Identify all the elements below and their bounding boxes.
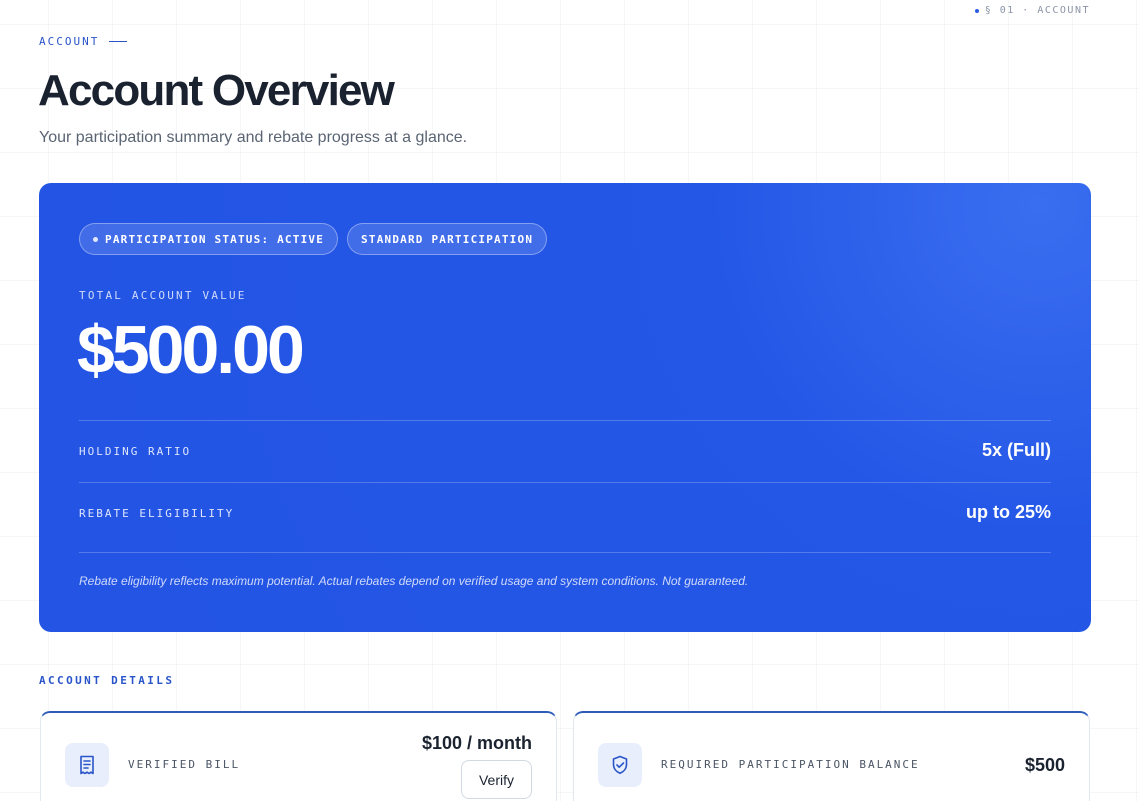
status-badges: PARTICIPATION STATUS: ACTIVE STANDARD PA… — [79, 223, 548, 255]
status-dot-icon — [93, 236, 98, 242]
divider — [79, 552, 1051, 553]
account-details-heading: ACCOUNT DETAILS — [39, 674, 175, 687]
total-value-amount: $500.00 — [77, 312, 305, 388]
participation-tier-text: STANDARD PARTICIPATION — [361, 232, 534, 246]
account-value-card: PARTICIPATION STATUS: ACTIVE STANDARD PA… — [39, 183, 1091, 632]
participation-tier-badge: STANDARD PARTICIPATION — [347, 223, 548, 255]
holding-ratio-label: HOLDING RATIO — [79, 445, 192, 458]
rebate-eligibility-label: REBATE ELIGIBILITY — [79, 507, 235, 520]
divider — [79, 482, 1051, 483]
required-balance-label: REQUIRED PARTICIPATION BALANCE — [661, 758, 920, 771]
page-title: Account Overview — [38, 66, 395, 115]
shield-check-icon — [598, 743, 642, 787]
indicator-dot-icon — [974, 8, 979, 13]
eyebrow-text: ACCOUNT — [39, 35, 100, 48]
required-balance-card: REQUIRED PARTICIPATION BALANCE $500 — [573, 711, 1090, 801]
rebate-disclaimer: Rebate eligibility reflects maximum pote… — [79, 574, 749, 588]
eyebrow-rule — [109, 41, 128, 42]
page-subtitle: Your participation summary and rebate pr… — [39, 129, 468, 146]
participation-status-badge: PARTICIPATION STATUS: ACTIVE — [79, 223, 339, 255]
verified-bill-label: VERIFIED BILL — [128, 758, 241, 771]
receipt-icon — [65, 743, 109, 787]
divider — [79, 420, 1051, 421]
section-indicator-text: § 01 · ACCOUNT — [984, 5, 1090, 16]
total-value-label: TOTAL ACCOUNT VALUE — [79, 289, 247, 302]
verify-button[interactable]: Verify — [461, 760, 532, 799]
verified-bill-amount: $100 / month — [421, 733, 532, 753]
participation-status-text: PARTICIPATION STATUS: ACTIVE — [105, 232, 325, 246]
required-balance-amount: $500 — [1024, 755, 1065, 775]
verified-bill-card: VERIFIED BILL $100 / month Verify — [40, 711, 557, 801]
section-indicator: § 01 · ACCOUNT — [974, 5, 1090, 16]
page-eyebrow: ACCOUNT — [39, 35, 128, 48]
holding-ratio-value: 5x (Full) — [981, 440, 1051, 460]
rebate-eligibility-value: up to 25% — [965, 502, 1051, 522]
